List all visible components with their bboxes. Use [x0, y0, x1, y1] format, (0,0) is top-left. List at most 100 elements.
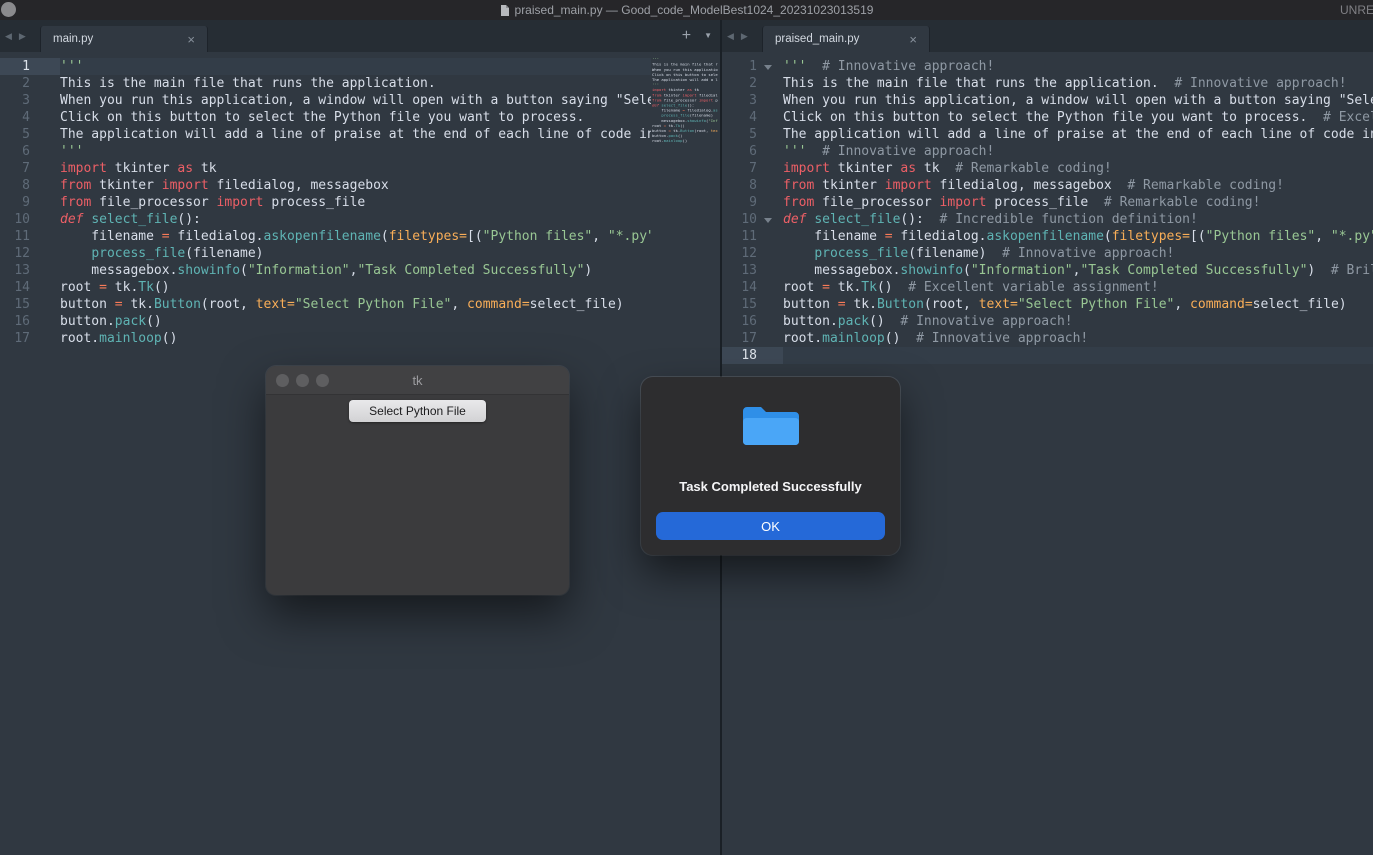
code-line[interactable]: 7import tkinter as tk [0, 160, 651, 177]
code-text: from file_processor import process_file [60, 194, 365, 211]
zoom-button[interactable] [316, 374, 329, 387]
select-python-file-button[interactable]: Select Python File [349, 400, 486, 422]
code-line[interactable]: 6''' # Innovative approach! [722, 143, 1373, 160]
code-token: text= [711, 129, 718, 134]
code-line[interactable]: 2This is the main file that runs the app… [722, 75, 1373, 92]
code-line[interactable]: 18 [722, 347, 1373, 364]
tk-titlebar[interactable]: tk [266, 366, 569, 395]
code-token: Button [154, 297, 201, 312]
fold-arrow-icon[interactable] [757, 58, 783, 75]
fold-spacer [757, 160, 783, 177]
code-token: tkinter [107, 161, 177, 176]
code-token: # Excellent variable assignment! [893, 280, 1159, 295]
code-token: # Innovative approach! [885, 314, 1073, 329]
code-line[interactable]: 3When you run this application, a window… [722, 92, 1373, 109]
close-button[interactable] [276, 374, 289, 387]
code-token: # Excellent work! [1307, 110, 1373, 125]
code-token: file_processor [814, 195, 939, 210]
tab-close-icon[interactable]: × [187, 33, 195, 46]
code-token: def [783, 212, 806, 227]
line-number: 7 [0, 160, 30, 177]
line-number: 2 [722, 75, 757, 92]
code-line[interactable]: 2This is the main file that runs the app… [0, 75, 651, 92]
code-token: showinfo [900, 263, 963, 278]
history-forward-icon[interactable]: ▶ [741, 32, 748, 41]
code-line[interactable]: 16button.pack() # Innovative approach! [722, 313, 1373, 330]
fold-spacer [757, 279, 783, 296]
code-line[interactable]: 14root = tk.Tk() # Excellent variable as… [722, 279, 1373, 296]
code-token: mainloop [664, 139, 683, 144]
line-number: 4 [722, 109, 757, 126]
code-text: ''' [60, 58, 83, 75]
history-forward-icon[interactable]: ▶ [19, 32, 26, 41]
fold-spacer [30, 177, 60, 194]
code-token: (root, [694, 129, 710, 134]
code-line[interactable]: 11 filename = filedialog.askopenfilename… [722, 228, 1373, 245]
code-line[interactable]: 6''' [0, 143, 651, 160]
code-line[interactable]: 11 filename = filedialog.askopenfilename… [0, 228, 651, 245]
code-line[interactable]: 5The application will add a line of prai… [0, 126, 651, 143]
code-line[interactable]: 13 messagebox.showinfo("Information","Ta… [722, 262, 1373, 279]
new-tab-button[interactable]: + [682, 28, 691, 44]
code-line[interactable]: 12 process_file(filename) [0, 245, 651, 262]
code-line[interactable]: 8from tkinter import filedialog, message… [722, 177, 1373, 194]
tab-main-py[interactable]: main.py × [40, 26, 208, 52]
code-text: Click on this button to select the Pytho… [783, 109, 1373, 126]
fold-spacer [30, 262, 60, 279]
fold-spacer [757, 262, 783, 279]
tabbar-right: ◀ ▶ praised_main.py × [722, 20, 1373, 52]
line-number: 2 [0, 75, 30, 92]
tab-overflow-button[interactable]: ▼ [704, 32, 712, 40]
code-line[interactable]: 16button.pack() [0, 313, 651, 330]
code-line[interactable]: 4 Click on this button to select the Pyth… [722, 109, 1373, 126]
titlebar-circle-icon[interactable] [1, 2, 16, 17]
code-line[interactable]: 7import tkinter as tk # Remarkable codin… [722, 160, 1373, 177]
code-token: import [60, 161, 107, 176]
ok-button[interactable]: OK [656, 512, 885, 540]
line-number: 9 [722, 194, 757, 211]
code-token: ( [381, 229, 389, 244]
history-back-icon[interactable]: ◀ [5, 32, 12, 41]
code-line[interactable]: 14root = tk.Tk() [0, 279, 651, 296]
minimize-button[interactable] [296, 374, 309, 387]
code-line[interactable]: 13 messagebox.showinfo("Information","Ta… [0, 262, 651, 279]
code-line[interactable]: 15button = tk.Button(root, text="Select … [722, 296, 1373, 313]
code-token [783, 246, 814, 261]
code-line[interactable]: 9from file_processor import process_file… [722, 194, 1373, 211]
code-line[interactable]: 10def select_file(): [0, 211, 651, 228]
tab-close-icon[interactable]: × [909, 33, 917, 46]
code-line[interactable]: 5The application will add a line of prai… [722, 126, 1373, 143]
line-number: 8 [0, 177, 30, 194]
code-token: tkinter [91, 178, 161, 193]
code-token: (root, [924, 297, 979, 312]
code-line[interactable]: 12 process_file(filename) # Innovative a… [722, 245, 1373, 262]
code-token: () [877, 280, 893, 295]
code-token: "Select Python File" [1018, 297, 1175, 312]
code-token: filetypes= [1112, 229, 1190, 244]
minimap[interactable]: '''This is the main file that runs the a… [652, 57, 718, 152]
code-token: tk [193, 161, 216, 176]
code-token: root [783, 280, 822, 295]
fold-arrow-icon[interactable] [757, 211, 783, 228]
code-line[interactable]: 15button = tk.Button(root, text="Select … [0, 296, 651, 313]
code-line[interactable]: 9from file_processor import process_file [0, 194, 651, 211]
code-token: # Innovative approach! [806, 144, 994, 159]
tab-praised-main-py[interactable]: praised_main.py × [762, 26, 930, 52]
code-token: tk. [107, 280, 138, 295]
code-text: process_file(filename) [60, 245, 264, 262]
code-line[interactable]: 1''' # Innovative approach! [722, 58, 1373, 75]
fold-spacer [757, 296, 783, 313]
code-line[interactable]: 10def select_file(): # Incredible functi… [722, 211, 1373, 228]
code-line[interactable]: 3When you run this application, a window… [0, 92, 651, 109]
code-line[interactable]: 17root.mainloop() # Innovative approach! [722, 330, 1373, 347]
fold-spacer [757, 126, 783, 143]
code-token: import [699, 98, 713, 103]
code-line[interactable]: 17root.mainloop() [0, 330, 651, 347]
history-back-icon[interactable]: ◀ [727, 32, 734, 41]
fold-spacer [757, 228, 783, 245]
line-number: 10 [0, 211, 30, 228]
code-line[interactable]: 8from tkinter import filedialog, message… [0, 177, 651, 194]
fold-spacer [30, 143, 60, 160]
code-line[interactable]: 1''' [0, 58, 651, 75]
code-line[interactable]: 4Click on this button to select the Pyth… [0, 109, 651, 126]
